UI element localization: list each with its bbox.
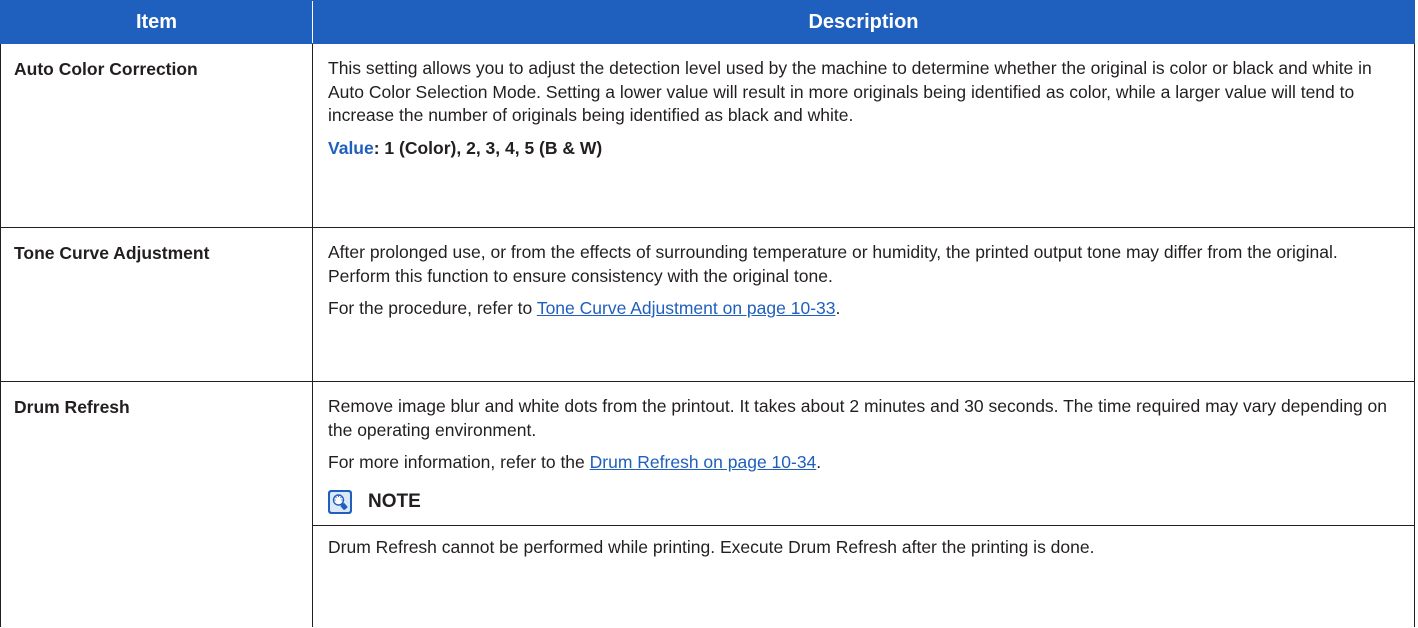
value-options: : 1 (Color), 2, 3, 4, 5 (B & W) bbox=[373, 137, 603, 158]
note-heading: NOTE bbox=[328, 487, 1402, 517]
item-description-cell: This setting allows you to adjust the de… bbox=[313, 44, 1414, 227]
column-header-description: Description bbox=[808, 10, 919, 33]
description-text: After prolonged use, or from the effects… bbox=[328, 242, 1338, 286]
reference-prefix: For more information, refer to the bbox=[328, 452, 590, 472]
description-text: Remove image blur and white dots from th… bbox=[328, 396, 1388, 440]
table-header: Item Description bbox=[0, 0, 1415, 44]
table-row: Tone Curve Adjustment After prolonged us… bbox=[0, 228, 1415, 382]
item-description-cell: After prolonged use, or from the effects… bbox=[313, 228, 1414, 381]
tone-curve-adjustment-link[interactable]: Tone Curve Adjustment on page 10-33 bbox=[537, 298, 836, 318]
value-line: Value: 1 (Color), 2, 3, 4, 5 (B & W) bbox=[328, 137, 1402, 161]
table-row: Drum Refresh Remove image blur and white… bbox=[0, 382, 1415, 627]
note-title: NOTE bbox=[368, 490, 421, 512]
note-lightbulb-icon bbox=[328, 489, 352, 514]
table-row: Auto Color Correction This setting allow… bbox=[0, 44, 1415, 228]
description-text: This setting allows you to adjust the de… bbox=[328, 58, 1372, 125]
column-header-item: Item bbox=[1, 1, 313, 43]
reference-prefix: For the procedure, refer to bbox=[328, 298, 537, 318]
item-name: Auto Color Correction bbox=[1, 44, 313, 227]
drum-refresh-link[interactable]: Drum Refresh on page 10-34 bbox=[590, 452, 817, 472]
value-label: Value bbox=[328, 137, 374, 158]
item-name: Drum Refresh bbox=[1, 382, 313, 627]
reference-line: For the procedure, refer to Tone Curve A… bbox=[328, 297, 1402, 321]
reference-suffix: . bbox=[816, 452, 822, 472]
item-description-cell: Remove image blur and white dots from th… bbox=[313, 382, 1414, 627]
note-text: Drum Refresh cannot be performed while p… bbox=[328, 536, 1095, 557]
reference-suffix: . bbox=[835, 298, 841, 318]
reference-line: For more information, refer to the Drum … bbox=[328, 451, 1402, 475]
settings-table: Item Description Auto Color Correction T… bbox=[0, 0, 1415, 627]
note-divider bbox=[313, 524, 1414, 526]
item-name: Tone Curve Adjustment bbox=[1, 228, 313, 381]
